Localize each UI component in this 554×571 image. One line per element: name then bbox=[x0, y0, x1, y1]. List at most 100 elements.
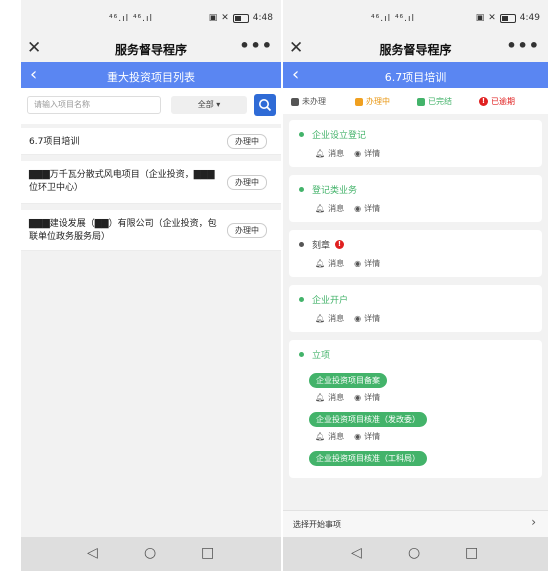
message-button[interactable]: 🔔︎ 消息 bbox=[315, 258, 344, 269]
step-title: 刻章 bbox=[312, 241, 331, 251]
message-button[interactable]: 🔔︎ 消息 bbox=[315, 148, 344, 159]
nav-back-icon[interactable]: ◁ bbox=[351, 545, 362, 561]
legend-label: 已完结 bbox=[428, 97, 452, 106]
page-navbar: ‹ 重大投资项目列表 bbox=[21, 62, 281, 88]
message-label: 消息 bbox=[328, 393, 345, 402]
detail-button[interactable]: ◉ 详情 bbox=[354, 148, 380, 159]
more-menu-icon[interactable]: ••• bbox=[506, 36, 540, 55]
gray-square-icon bbox=[291, 97, 299, 106]
page-navbar: ‹ 6.7项目培训 bbox=[283, 62, 548, 88]
bell-icon: 🔔︎ bbox=[315, 204, 326, 213]
page-title: 重大投资项目列表 bbox=[107, 71, 195, 84]
orange-square-icon bbox=[355, 97, 363, 106]
legend-label: 未办理 bbox=[302, 97, 326, 106]
detail-label: 详情 bbox=[364, 149, 381, 158]
message-button[interactable]: 🔔︎ 消息 bbox=[315, 203, 344, 214]
status-legend: 未办理 办理中 已完结 ! 已逾期 bbox=[283, 88, 548, 114]
battery-icon bbox=[499, 13, 516, 23]
nav-home-icon[interactable]: ○ bbox=[408, 545, 420, 561]
project-item[interactable]: ▇▇▇建设发展（▇▇）有限公司（企业投资，包联单位政务服务局） 办理中 bbox=[21, 210, 281, 251]
sub-step-pill[interactable]: 企业投资项目备案 bbox=[309, 373, 387, 388]
step-card[interactable]: 企业开户 🔔︎ 消息 ◉ 详情 bbox=[289, 285, 542, 332]
message-label: 消息 bbox=[328, 259, 345, 268]
signal-icon: ⁴⁶.ıl ⁴⁶.ıl bbox=[371, 14, 416, 24]
green-square-icon bbox=[417, 97, 425, 106]
legend-label: 已逾期 bbox=[491, 97, 515, 106]
status-dot-icon bbox=[299, 242, 304, 247]
message-label: 消息 bbox=[328, 149, 345, 158]
bell-icon: 🔔︎ bbox=[315, 393, 326, 402]
right-phone-screen: ⁴⁶.ıl ⁴⁶.ıl ▣ ✕ 4:49 ✕ 服务督导程序 ••• ‹ 6.7项… bbox=[283, 0, 548, 571]
detail-label: 详情 bbox=[364, 314, 381, 323]
detail-button[interactable]: ◉ 详情 bbox=[354, 431, 380, 442]
detail-label: 详情 bbox=[364, 259, 381, 268]
project-list: ▇▇▇建设发展（▇▇）有限公司（企业投资，包联单位政务服务局） 办理中 bbox=[21, 210, 281, 251]
eye-icon: ◉ bbox=[354, 259, 362, 268]
status-bar: ⁴⁶.ıl ⁴⁶.ıl ▣ ✕ 4:49 bbox=[283, 0, 548, 36]
status-filter-value: 全部 bbox=[197, 100, 214, 109]
project-item[interactable]: 6.7项目培训 办理中 bbox=[21, 128, 281, 155]
message-button[interactable]: 🔔︎ 消息 bbox=[315, 313, 344, 324]
chevron-right-icon: › bbox=[531, 515, 536, 529]
step-card[interactable]: 企业设立登记 🔔︎ 消息 ◉ 详情 bbox=[289, 120, 542, 167]
step-card[interactable]: 立项 企业投资项目备案 🔔︎ 消息 ◉ 详情 企业投资项目核准（发改委） 🔔︎ 消息 … bbox=[289, 340, 542, 478]
search-button[interactable] bbox=[254, 94, 276, 116]
sub-step-pill[interactable]: 企业投资项目核准（工科局） bbox=[309, 451, 427, 466]
detail-button[interactable]: ◉ 详情 bbox=[354, 203, 380, 214]
status-dot-icon bbox=[299, 132, 304, 137]
detail-label: 详情 bbox=[364, 432, 381, 441]
step-card[interactable]: 刻章! 🔔︎ 消息 ◉ 详情 bbox=[289, 230, 542, 277]
message-button[interactable]: 🔔︎ 消息 bbox=[315, 392, 344, 403]
project-status-badge: 办理中 bbox=[227, 223, 267, 238]
status-filter-select[interactable]: 全部 ▾ bbox=[171, 96, 247, 114]
more-menu-icon[interactable]: ••• bbox=[239, 36, 273, 55]
nfc-icon: ▣ bbox=[475, 13, 485, 23]
start-item-bar[interactable]: 选择开始事项 › bbox=[283, 510, 548, 537]
overdue-alert-icon: ! bbox=[335, 240, 345, 249]
eye-icon: ◉ bbox=[354, 314, 362, 323]
step-card[interactable]: 登记类业务 🔔︎ 消息 ◉ 详情 bbox=[289, 175, 542, 222]
message-label: 消息 bbox=[328, 314, 345, 323]
project-search-input[interactable]: 请输入项目名称 bbox=[27, 96, 161, 114]
step-list: 企业设立登记 🔔︎ 消息 ◉ 详情 登记类业务 🔔︎ 消息 ◉ 详情 刻章! 🔔︎ 消息 … bbox=[283, 114, 548, 478]
app-titlebar: ✕ 服务督导程序 ••• bbox=[283, 36, 548, 62]
caret-down-icon: ▾ bbox=[216, 100, 221, 109]
project-status-badge: 办理中 bbox=[227, 134, 267, 149]
legend-overdue: ! 已逾期 bbox=[479, 96, 515, 107]
detail-button[interactable]: ◉ 详情 bbox=[354, 392, 380, 403]
clock: 4:48 bbox=[252, 13, 273, 23]
detail-label: 详情 bbox=[364, 204, 381, 213]
page-title: 6.7项目培训 bbox=[384, 71, 447, 84]
project-item[interactable]: ▇▇▇万千瓦分散式风电项目（企业投资，▇▇▇位环卫中心） 办理中 bbox=[21, 161, 281, 204]
project-list: 6.7项目培训 办理中 bbox=[21, 128, 281, 155]
nav-recents-icon[interactable]: □ bbox=[465, 545, 478, 561]
eye-icon: ◉ bbox=[354, 393, 362, 402]
app-titlebar: ✕ 服务督导程序 ••• bbox=[21, 36, 281, 62]
legend-done: 已完结 bbox=[417, 96, 452, 107]
status-dot-icon bbox=[299, 187, 304, 192]
sub-step-pill[interactable]: 企业投资项目核准（发改委） bbox=[309, 412, 427, 427]
project-list: ▇▇▇万千瓦分散式风电项目（企业投资，▇▇▇位环卫中心） 办理中 bbox=[21, 161, 281, 204]
step-title: 企业开户 bbox=[312, 296, 349, 306]
step-title: 企业设立登记 bbox=[312, 131, 367, 141]
mute-icon: ✕ bbox=[488, 13, 496, 23]
nav-recents-icon[interactable]: □ bbox=[201, 545, 214, 561]
nav-back-icon[interactable]: ◁ bbox=[87, 545, 98, 561]
system-nav-bar: ◁ ○ □ bbox=[283, 537, 548, 571]
status-bar: ⁴⁶.ıl ⁴⁶.ıl ▣ ✕ 4:48 bbox=[21, 0, 281, 36]
eye-icon: ◉ bbox=[354, 432, 362, 441]
bell-icon: 🔔︎ bbox=[315, 149, 326, 158]
nfc-icon: ▣ bbox=[208, 13, 218, 23]
detail-button[interactable]: ◉ 详情 bbox=[354, 313, 380, 324]
bell-icon: 🔔︎ bbox=[315, 314, 326, 323]
eye-icon: ◉ bbox=[354, 204, 362, 213]
bell-icon: 🔔︎ bbox=[315, 432, 326, 441]
nav-home-icon[interactable]: ○ bbox=[144, 545, 156, 561]
mute-icon: ✕ bbox=[221, 13, 229, 23]
detail-button[interactable]: ◉ 详情 bbox=[354, 258, 380, 269]
project-status-badge: 办理中 bbox=[227, 175, 267, 190]
left-phone-screen: ⁴⁶.ıl ⁴⁶.ıl ▣ ✕ 4:48 ✕ 服务督导程序 ••• ‹ 重大投资… bbox=[21, 0, 281, 571]
message-button[interactable]: 🔔︎ 消息 bbox=[315, 431, 344, 442]
search-icon bbox=[259, 99, 272, 112]
status-dot-icon bbox=[299, 297, 304, 302]
